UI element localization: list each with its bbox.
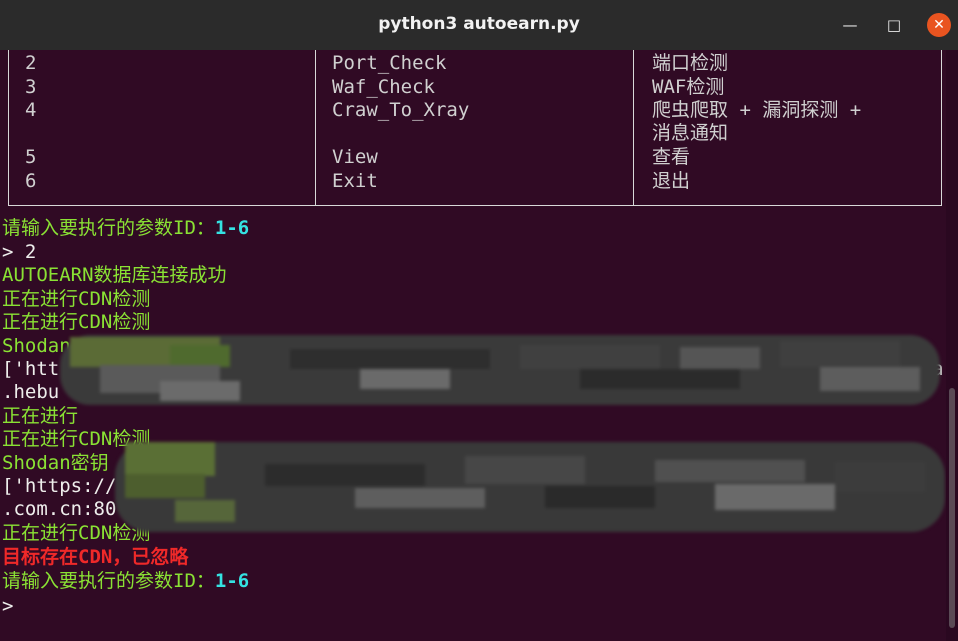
maximize-button[interactable]: □ — [882, 13, 906, 37]
id-range: 1-6 — [214, 570, 250, 592]
row-name: Exit — [332, 170, 378, 192]
minimize-button[interactable]: — — [838, 13, 862, 37]
row-name: Port_Check — [332, 52, 447, 74]
terminal-window: python3 autoearn.py — □ ✕ 2 Port_Check 端… — [0, 0, 958, 641]
row-desc-cont: 消息通知 — [652, 122, 729, 144]
window-title: python3 autoearn.py — [378, 14, 580, 34]
row-id: 6 — [25, 170, 37, 192]
cdn-check-line: 正在进行CDN检测 — [2, 311, 151, 333]
row-id: 5 — [25, 146, 37, 168]
row-desc: 退出 — [652, 170, 691, 192]
table-divider — [315, 50, 316, 205]
prompt-text: 请输入要执行的参数ID： — [2, 217, 215, 239]
row-id: 4 — [25, 99, 37, 121]
prompt-line: 请输入要执行的参数ID：1-6 — [2, 217, 249, 240]
row-id: 2 — [25, 52, 37, 74]
prompt-line: 请输入要执行的参数ID：1-6 — [2, 570, 249, 593]
terminal-output[interactable]: 2 Port_Check 端口检测 3 Waf_Check WAF检测 4 Cr… — [0, 50, 946, 641]
row-name: View — [332, 146, 378, 168]
result-list-line: ['https:// — [2, 475, 117, 497]
user-input-line: > 2 — [2, 241, 37, 263]
result-domain-line: .hebu — [2, 381, 60, 403]
row-id: 3 — [25, 76, 37, 98]
redaction-mosaic — [60, 335, 940, 405]
id-range: 1-6 — [214, 217, 250, 239]
result-domain-line: .com.cn:80 — [2, 498, 117, 520]
cdn-check-line: 正在进行CDN检测 — [2, 288, 151, 310]
scrollbar-thumb[interactable] — [949, 388, 955, 628]
redaction-mosaic — [115, 442, 945, 532]
cdn-check-line: 正在进行 — [2, 405, 79, 427]
cdn-ignored-line: 目标存在CDN，已忽略 — [2, 546, 189, 568]
shodan-line: Shodan密钥 — [2, 452, 109, 474]
prompt-text: 请输入要执行的参数ID： — [2, 570, 215, 592]
close-button[interactable]: ✕ — [927, 13, 951, 37]
input-prompt[interactable]: > — [2, 595, 13, 618]
scrollbar[interactable] — [946, 50, 958, 641]
row-name: Craw_To_Xray — [332, 99, 470, 121]
row-name: Waf_Check — [332, 76, 435, 98]
result-list-line: ['htt — [2, 358, 60, 380]
title-bar[interactable]: python3 autoearn.py — □ ✕ — [0, 0, 958, 51]
table-divider — [633, 50, 634, 205]
row-desc: WAF检测 — [652, 76, 725, 98]
db-connected-line: AUTOEARN数据库连接成功 — [2, 264, 227, 286]
row-desc: 爬虫爬取 + 漏洞探测 + — [652, 99, 862, 121]
row-desc: 查看 — [652, 146, 691, 168]
row-desc: 端口检测 — [652, 52, 729, 74]
menu-table: 2 Port_Check 端口检测 3 Waf_Check WAF检测 4 Cr… — [8, 50, 942, 206]
